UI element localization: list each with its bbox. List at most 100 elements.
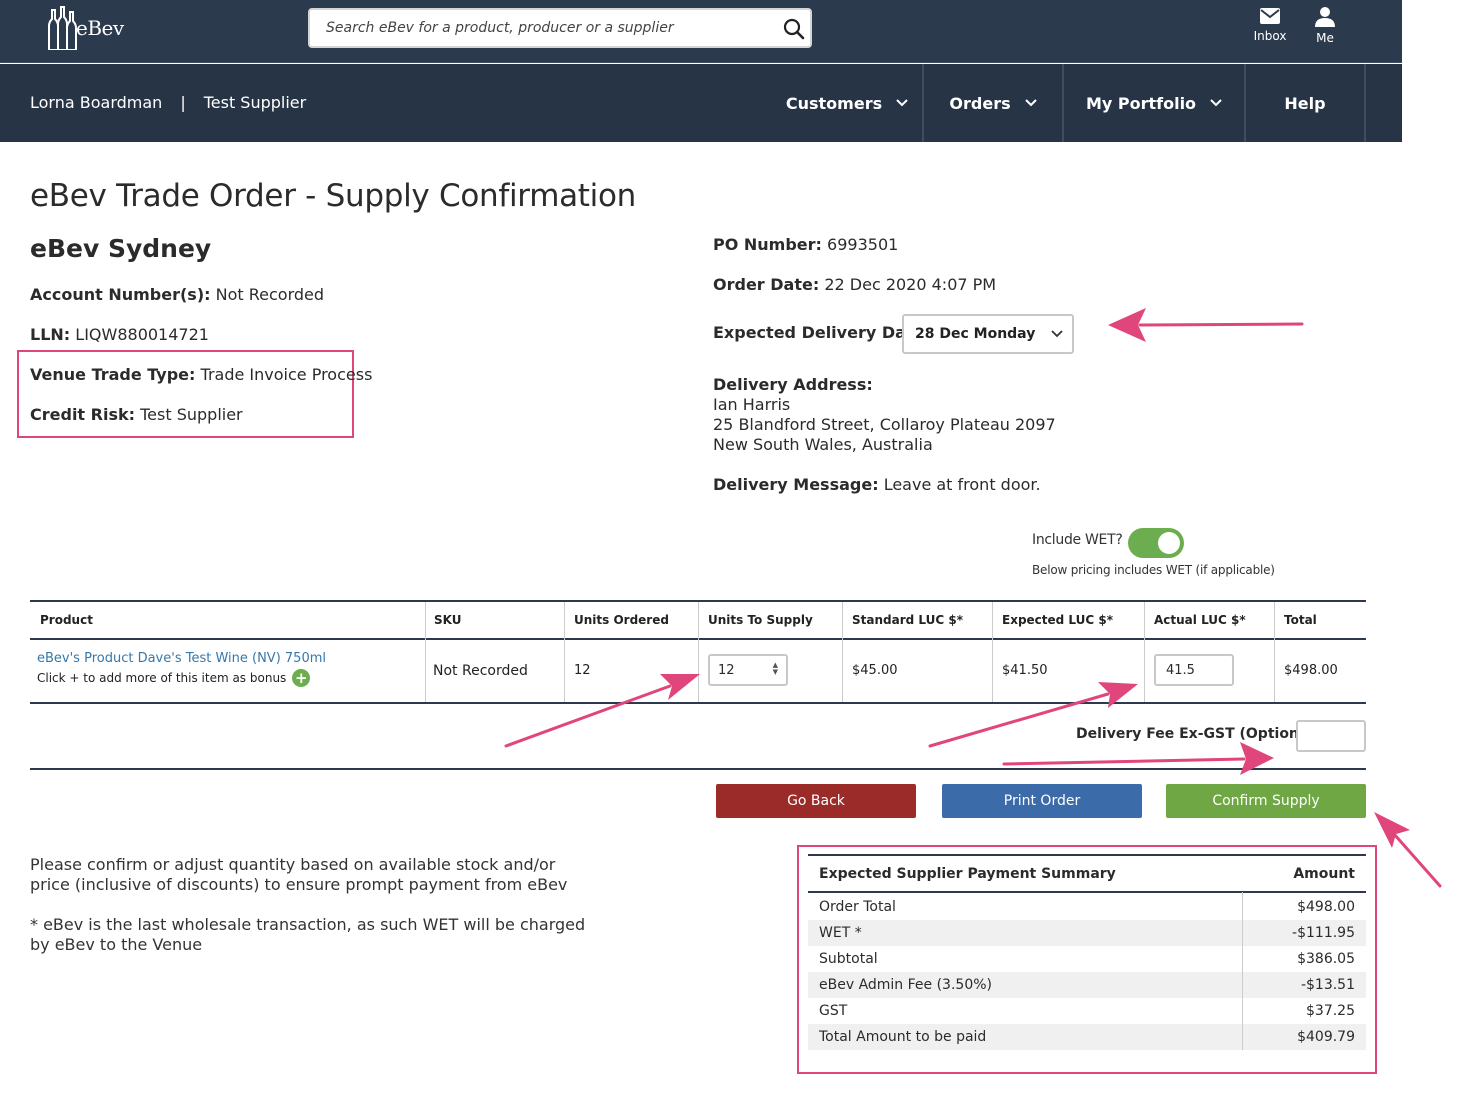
annotation-box-venue (17, 350, 354, 438)
credit-risk-field: Credit Risk: Test Supplier (30, 405, 243, 424)
go-back-button[interactable]: Go Back (716, 784, 916, 818)
summary-row-label: GST (819, 1003, 848, 1019)
inbox-label: Inbox (1253, 29, 1287, 43)
chevron-down-icon (1210, 99, 1222, 107)
summary-col-divider (1242, 892, 1243, 1050)
summary-row-amount: $498.00 (1297, 899, 1355, 915)
units-ordered-cell: 12 (574, 663, 591, 678)
account-info: Lorna Boardman | Test Supplier (30, 93, 306, 112)
th-units-ordered: Units Ordered (574, 613, 669, 627)
summary-row: eBev Admin Fee (3.50%) -$13.51 (808, 972, 1366, 998)
total-cell: $498.00 (1284, 663, 1338, 678)
summary-row-label: Order Total (819, 899, 896, 915)
trade-type-label: Venue Trade Type: (30, 365, 196, 384)
nav-customers[interactable]: Customers (772, 64, 924, 142)
main-nav: Lorna Boardman | Test Supplier Customers… (0, 64, 1402, 142)
bonus-text: Click + to add more of this item as bonu… (37, 671, 287, 685)
search-icon[interactable] (782, 17, 806, 41)
summary-row-amount: $37.25 (1306, 1003, 1355, 1019)
sku-cell: Not Recorded (433, 663, 528, 679)
units-to-supply-input[interactable]: 12 ▲ ▼ (708, 654, 788, 686)
arrow-head (1108, 308, 1146, 342)
summary-amount-header: Amount (1293, 866, 1355, 882)
arrow-delivery-fee (1002, 757, 1246, 766)
arrow-confirm-supply (1392, 832, 1442, 888)
chevron-down-icon (1051, 330, 1063, 338)
bonus-row: Click + to add more of this item as bonu… (37, 669, 326, 687)
include-wet-label: Include WET? (1032, 532, 1123, 548)
th-sku: SKU (434, 613, 462, 627)
inbox-button[interactable]: Inbox (1248, 6, 1292, 43)
page-title: eBev Trade Order - Supply Confirmation (30, 178, 636, 214)
summary-row-amount: -$13.51 (1300, 977, 1355, 993)
chevron-down-icon (896, 99, 908, 107)
expected-delivery-label-wrap: Expected Delivery Date: (713, 323, 931, 342)
me-button[interactable]: Me (1303, 6, 1347, 45)
venue-name: eBev Sydney (30, 234, 212, 263)
ebev-logo[interactable]: eBev (44, 6, 124, 50)
expected-delivery-value: 28 Dec Monday (915, 326, 1036, 342)
nav-portfolio-label: My Portfolio (1085, 93, 1197, 113)
summary-row: WET * -$111.95 (808, 920, 1366, 946)
po-number-label: PO Number: (713, 235, 822, 254)
print-order-button[interactable]: Print Order (942, 784, 1142, 818)
po-number-value: 6993501 (827, 235, 899, 254)
confirm-supply-button[interactable]: Confirm Supply (1166, 784, 1366, 818)
nav-orders[interactable]: Orders (924, 64, 1064, 142)
arrow-units-supply (504, 684, 672, 748)
stepper-icon[interactable]: ▲ ▼ (773, 662, 778, 676)
address-line-name: Ian Harris (713, 395, 791, 414)
search-bar (308, 8, 812, 48)
summary-row-amount: $386.05 (1297, 951, 1355, 967)
lln-label: LLN: (30, 325, 71, 344)
account-number-value: Not Recorded (215, 285, 325, 304)
user-icon (1315, 7, 1335, 27)
units-to-supply-value: 12 (718, 662, 735, 678)
arrow-head (660, 674, 700, 700)
table-bottom-rule (30, 768, 1366, 770)
expected-delivery-label: Expected Delivery Date: (713, 323, 931, 342)
nav-help[interactable]: Help (1246, 64, 1366, 142)
summary-row-amount: $409.79 (1297, 1029, 1355, 1045)
confirm-note: Please confirm or adjust quantity based … (30, 855, 568, 894)
th-units-to-supply: Units To Supply (708, 613, 813, 627)
po-number-field: PO Number: 6993501 (713, 235, 898, 254)
expected-delivery-select[interactable]: 28 Dec Monday (902, 314, 1074, 354)
credit-risk-label: Credit Risk: (30, 405, 136, 424)
summary-header-rule (808, 891, 1366, 893)
summary-row-label: Subtotal (819, 951, 878, 967)
delivery-message-field: Delivery Message: Leave at front door. (713, 475, 1041, 494)
summary-row-label: Total Amount to be paid (819, 1029, 987, 1045)
user-name: Lorna Boardman (30, 93, 163, 112)
summary-top-rule (808, 854, 1366, 856)
include-wet-toggle[interactable] (1128, 528, 1184, 558)
nav-my-portfolio[interactable]: My Portfolio (1064, 64, 1246, 142)
me-label: Me (1316, 31, 1334, 45)
summary-row-amount: -$111.95 (1292, 925, 1355, 941)
add-bonus-icon[interactable]: + (292, 669, 311, 687)
account-number-field: Account Number(s): Not Recorded (30, 285, 324, 304)
actual-luc-input[interactable]: 41.5 (1154, 654, 1234, 686)
search-input[interactable] (310, 10, 770, 46)
logo-text: eBev (76, 16, 124, 40)
company-name: Test Supplier (203, 93, 307, 112)
standard-luc-cell: $45.00 (852, 663, 898, 678)
summary-row: GST $37.25 (808, 998, 1366, 1024)
summary-row: Total Amount to be paid $409.79 (808, 1024, 1366, 1050)
summary-row: Order Total $498.00 (808, 894, 1366, 920)
chevron-down-icon (1024, 99, 1037, 107)
summary-title: Expected Supplier Payment Summary (819, 866, 1116, 882)
th-actual-luc: Actual LUC $* (1154, 613, 1246, 627)
trade-type-field: Venue Trade Type: Trade Invoice Process (30, 365, 372, 384)
envelope-icon (1260, 8, 1280, 24)
expected-luc-cell: $41.50 (1002, 663, 1048, 678)
trade-type-value: Trade Invoice Process (200, 365, 373, 384)
product-link[interactable]: eBev's Product Dave's Test Wine (NV) 750… (37, 651, 326, 666)
wet-note: Below pricing includes WET (if applicabl… (1032, 563, 1275, 577)
nav-help-label: Help (1284, 93, 1326, 113)
th-expected-luc: Expected LUC $* (1002, 613, 1113, 627)
delivery-address-label: Delivery Address: (713, 375, 873, 394)
delivery-fee-input[interactable] (1296, 720, 1366, 752)
arrow-expected-date (1138, 322, 1304, 327)
table-row-rule (30, 702, 1366, 704)
